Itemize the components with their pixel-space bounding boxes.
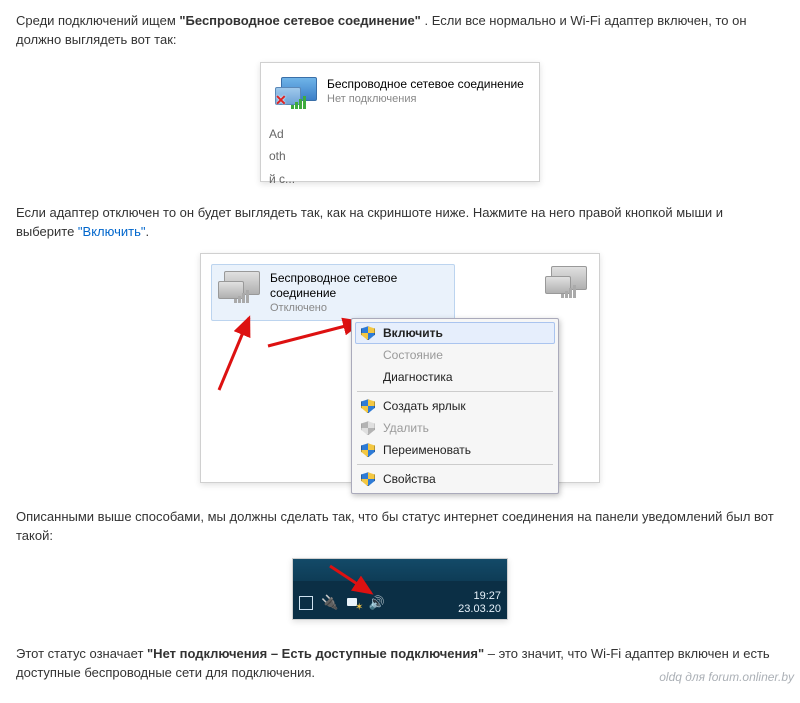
context-menu: Включить Состояние Диагностика Создать я… <box>351 318 559 494</box>
network-monitor-icon: ✕ <box>275 77 317 107</box>
paragraph-tray: Описанными выше способами, мы должны сде… <box>16 508 784 546</box>
clipped-text: Ad oth й c... <box>269 123 295 191</box>
network-tray-icon[interactable]: ✶ <box>346 596 360 610</box>
menu-item-rename[interactable]: Переименовать <box>355 439 555 461</box>
speaker-icon[interactable]: 🔊 <box>368 595 384 611</box>
menu-item-diagnostics[interactable]: Диагностика <box>355 366 555 388</box>
connection-item[interactable]: Беспроводное сетевое соединение Отключен… <box>211 264 455 321</box>
screenshot-enabled-adapter: ✕ Беспроводное сетевое соединение Нет по… <box>16 62 784 182</box>
connection-name: Беспроводное сетевое соединение <box>327 77 524 91</box>
x-icon: ✕ <box>275 92 287 109</box>
power-icon[interactable]: 🔌 <box>321 594 338 611</box>
flag-icon[interactable] <box>299 596 313 610</box>
menu-item-shortcut[interactable]: Создать ярлык <box>355 395 555 417</box>
paragraph-intro: Среди подключений ищем "Беспроводное сет… <box>16 12 784 50</box>
shield-icon <box>361 472 375 486</box>
screenshot-system-tray: 🔌 ✶ 🔊 19:27 23.03.20 <box>16 558 784 623</box>
signal-bars-icon <box>291 96 306 109</box>
tray-clock[interactable]: 19:27 23.03.20 <box>458 590 501 618</box>
text-bold: "Беспроводное сетевое соединение" <box>179 13 420 28</box>
paragraph-meaning: Этот статус означает "Нет подключения – … <box>16 645 784 683</box>
screenshot-context-menu: Беспроводное сетевое соединение Отключен… <box>16 253 784 486</box>
text: Этот статус означает <box>16 646 147 661</box>
tray-date: 23.03.20 <box>458 603 501 617</box>
shield-icon <box>361 443 375 457</box>
menu-item-state[interactable]: Состояние <box>355 344 555 366</box>
signal-bars-gray-icon <box>234 290 249 303</box>
enable-link[interactable]: "Включить" <box>78 224 146 239</box>
network-monitor-disabled-icon <box>545 266 587 296</box>
arrow-icon <box>209 310 279 400</box>
shield-icon <box>361 399 375 413</box>
shield-icon <box>361 421 375 435</box>
menu-item-properties[interactable]: Свойства <box>355 468 555 490</box>
shield-icon <box>361 326 375 340</box>
connection-status: Нет подключения <box>327 93 524 105</box>
menu-item-delete[interactable]: Удалить <box>355 417 555 439</box>
connection-name: Беспроводное сетевое соединение <box>270 271 448 300</box>
connection-status: Отключено <box>270 302 448 314</box>
text: Среди подключений ищем <box>16 13 179 28</box>
tray-time: 19:27 <box>458 590 501 604</box>
text-bold: "Нет подключения – Есть доступные подклю… <box>147 646 484 661</box>
paragraph-disabled: Если адаптер отключен то он будет выгляд… <box>16 204 784 242</box>
network-monitor-disabled-icon <box>218 271 260 301</box>
menu-item-enable[interactable]: Включить <box>355 322 555 344</box>
